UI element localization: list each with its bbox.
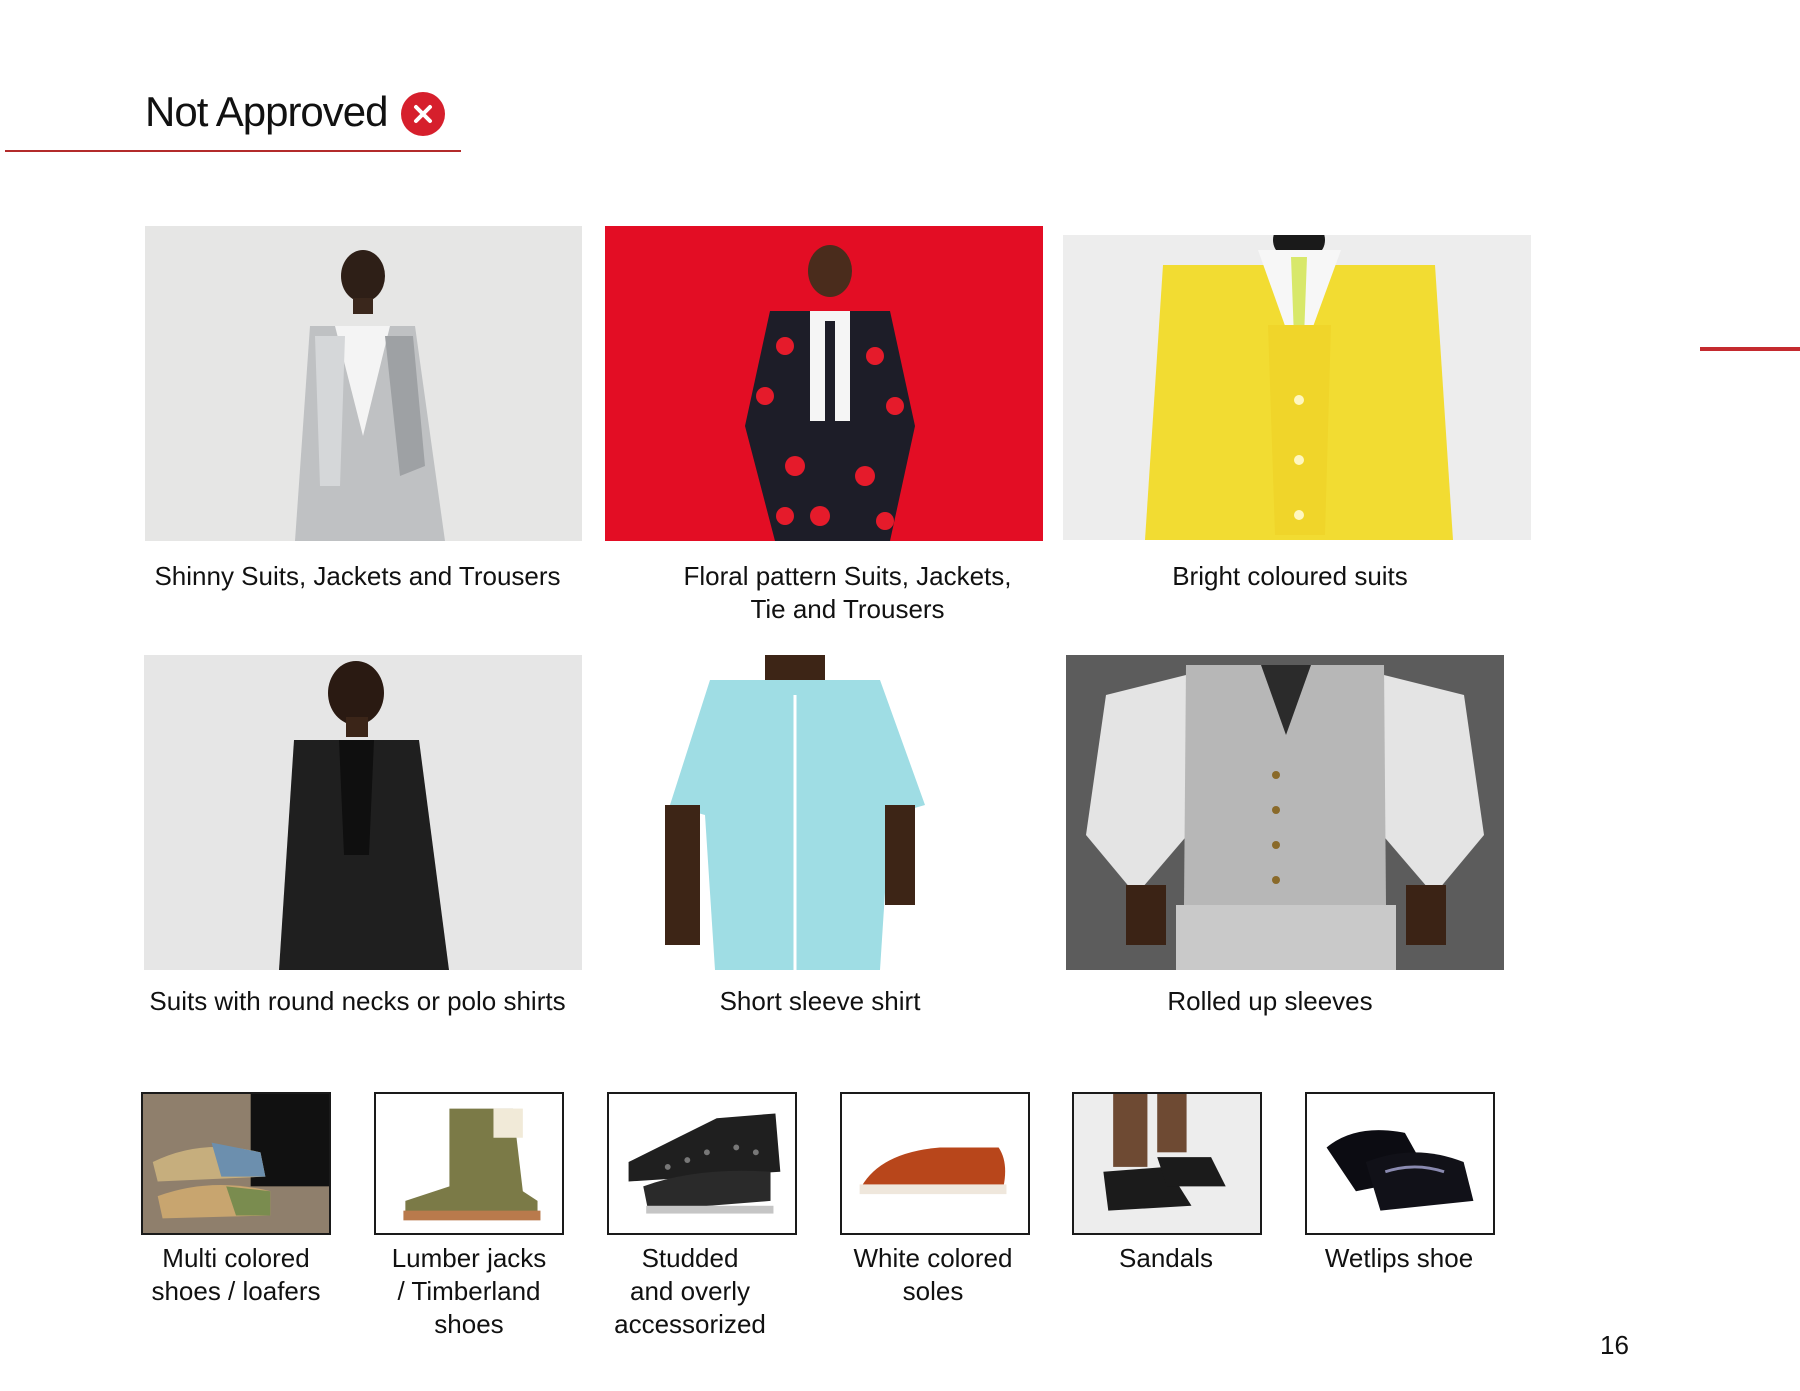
caption-wetlips: Wetlips shoe bbox=[1289, 1242, 1509, 1275]
caption-line: Sandals bbox=[1119, 1243, 1213, 1273]
close-circle-icon bbox=[401, 92, 445, 136]
caption-short-sleeve: Short sleeve shirt bbox=[719, 986, 921, 1016]
rolled-sleeves-vest-photo bbox=[1066, 655, 1504, 970]
heart-pattern-suit-photo bbox=[605, 226, 1043, 541]
yellow-suit-photo bbox=[1063, 235, 1531, 540]
caption-line: Multi colored bbox=[162, 1243, 310, 1273]
side-accent-line bbox=[1700, 347, 1800, 351]
caption-round-necks: Suits with round necks or polo shirts bbox=[149, 986, 566, 1016]
caption-line: Lumber jacks bbox=[391, 1243, 547, 1273]
patent-leather-shoe-photo bbox=[1305, 1092, 1495, 1235]
short-sleeve-shirt-photo bbox=[625, 655, 965, 970]
caption-bright-suits: Bright coloured suits bbox=[1172, 561, 1408, 591]
black-suit-round-neck-photo bbox=[144, 655, 582, 970]
caption-line: accessorized bbox=[614, 1309, 766, 1339]
caption-line: Floral pattern Suits, Jackets, bbox=[683, 561, 1012, 591]
caption-timberland: Lumber jacks / Timberland shoes bbox=[359, 1242, 579, 1341]
silver-suit-photo bbox=[145, 226, 582, 541]
timberland-boot-photo bbox=[374, 1092, 564, 1235]
caption-line: shoes / loafers bbox=[151, 1276, 321, 1306]
caption-line: / Timberland bbox=[397, 1276, 541, 1306]
caption-sandals: Sandals bbox=[1056, 1242, 1276, 1275]
caption-line: White colored bbox=[853, 1243, 1013, 1273]
caption-white-soles: White colored soles bbox=[823, 1242, 1043, 1308]
sandals-photo bbox=[1072, 1092, 1262, 1235]
page-title: Not Approved bbox=[145, 88, 389, 135]
caption-rolled-sleeves: Rolled up sleeves bbox=[1167, 986, 1373, 1016]
studded-sneaker-photo bbox=[607, 1092, 797, 1235]
multicolor-loafers-photo bbox=[141, 1092, 331, 1235]
caption-line: and overly bbox=[630, 1276, 750, 1306]
caption-line: Tie and Trousers bbox=[750, 594, 945, 624]
caption-shiny-suits: Shinny Suits, Jackets and Trousers bbox=[154, 561, 561, 591]
caption-line: shoes bbox=[434, 1309, 504, 1339]
caption-floral-pattern: Floral pattern Suits, Jackets, Tie and T… bbox=[595, 560, 1100, 626]
white-sole-loafer-photo bbox=[840, 1092, 1030, 1235]
page-number: 16 bbox=[1600, 1330, 1629, 1360]
caption-line: Wetlips shoe bbox=[1324, 1243, 1474, 1273]
title-underline bbox=[5, 150, 461, 152]
caption-line: soles bbox=[902, 1276, 964, 1306]
caption-line: Studded bbox=[641, 1243, 739, 1273]
caption-multicolor-shoes: Multi colored shoes / loafers bbox=[126, 1242, 346, 1308]
caption-studded: Studded and overly accessorized bbox=[580, 1242, 800, 1341]
